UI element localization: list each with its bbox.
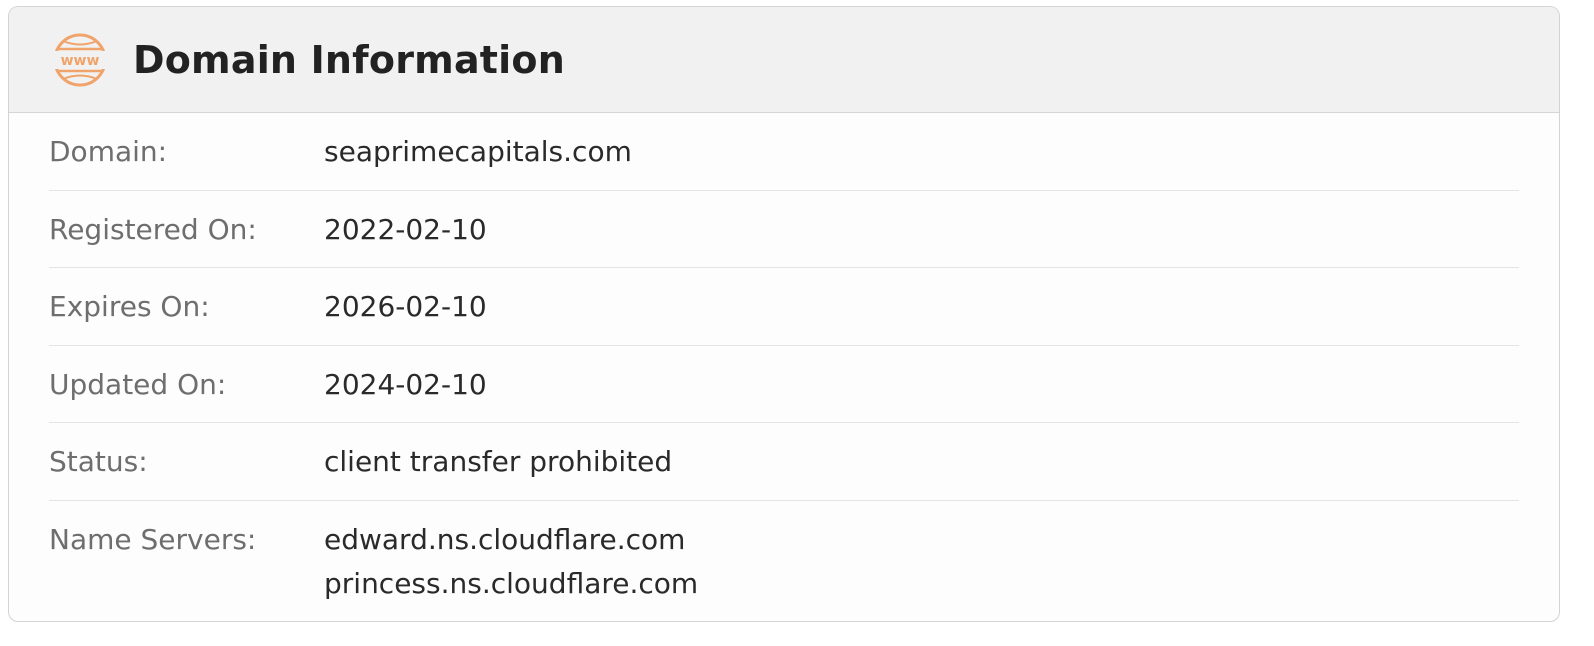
svg-text:www: www xyxy=(61,53,100,69)
status-value: client transfer prohibited xyxy=(324,445,673,478)
row-expires-on: Expires On: 2026-02-10 xyxy=(49,268,1519,346)
registered-on-value: 2022-02-10 xyxy=(324,212,487,246)
card-header: www Domain Information xyxy=(9,7,1559,113)
row-registered-on: Registered On: 2022-02-10 xyxy=(49,191,1519,268)
updated-on-label: Updated On: xyxy=(49,367,227,401)
domain-value: seaprimecapitals.com xyxy=(324,135,632,168)
domain-information-card: www Domain Information Domain: seaprimec… xyxy=(8,6,1560,622)
card-title: Domain Information xyxy=(133,37,565,82)
expires-on-label: Expires On: xyxy=(49,290,210,323)
status-label: Status: xyxy=(49,445,148,478)
domain-info-list: Domain: seaprimecapitals.com Registered … xyxy=(9,113,1559,606)
row-status: Status: client transfer prohibited xyxy=(49,423,1519,501)
name-servers-value: edward.ns.cloudflare.com princess.ns.clo… xyxy=(324,518,698,606)
www-icon: www xyxy=(53,33,107,86)
domain-label: Domain: xyxy=(49,135,168,168)
registered-on-label: Registered On: xyxy=(49,212,257,246)
row-domain: Domain: seaprimecapitals.com xyxy=(49,113,1519,191)
expires-on-value: 2026-02-10 xyxy=(324,290,487,323)
name-servers-label: Name Servers: xyxy=(49,522,257,556)
updated-on-value: 2024-02-10 xyxy=(324,367,487,401)
row-updated-on: Updated On: 2024-02-10 xyxy=(49,346,1519,423)
row-name-servers: Name Servers: edward.ns.cloudflare.com p… xyxy=(49,501,1519,606)
name-server-2: princess.ns.cloudflare.com xyxy=(324,566,699,600)
name-server-1: edward.ns.cloudflare.com xyxy=(324,522,686,556)
